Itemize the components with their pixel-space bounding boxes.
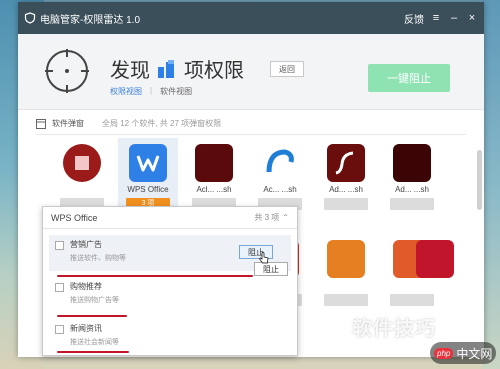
app-name: WPS Office (127, 185, 169, 194)
permission-count-badge[interactable] (324, 294, 368, 306)
watermark-text: 软件技巧 (352, 318, 436, 340)
link-separator: | (150, 86, 153, 95)
app-name (416, 280, 446, 292)
app-tile[interactable]: Ac... ...sh (250, 138, 310, 210)
shield-logo-icon (24, 12, 36, 24)
permission-label: 营销广告 (70, 240, 102, 249)
flash-icon (327, 144, 365, 182)
permission-popup: WPS Office 共 3 项 ⌃ 营销广告 推送软件、购物等 阻止 阻止 购… (42, 206, 298, 356)
permission-row[interactable]: 购物推荐 推送购物广告等 (49, 277, 291, 317)
app-name: Ad... ...sh (395, 185, 429, 194)
page-title: 发现 项权限 (110, 54, 244, 83)
hand-cursor-icon (259, 252, 269, 264)
menu-icon[interactable]: ≡ (430, 12, 442, 24)
app-name: Ad... ...sh (329, 185, 363, 194)
app-tile[interactable] (416, 234, 454, 306)
permission-label: 新闻资讯 (70, 324, 102, 333)
brand-name: 中文网 (456, 346, 493, 361)
app-tile[interactable]: Ad... ...sh (316, 138, 376, 210)
section-subtitle: 全局 12 个软件, 共 27 项弹窗权限 (102, 119, 222, 128)
permission-desc: 推送软件、购物等 (70, 255, 126, 262)
popup-count: 共 3 项 ⌃ (254, 212, 289, 223)
minimize-icon[interactable]: – (448, 12, 460, 24)
desktop-background-right (482, 0, 500, 369)
close-icon[interactable]: × (466, 12, 478, 24)
header-panel: 发现 项权限 返回 权限视图 | 软件视图 一键阻止 (18, 34, 484, 110)
popup-header: WPS Office 共 3 项 ⌃ (43, 207, 297, 229)
feedback-link[interactable]: 反馈 (404, 11, 424, 26)
row-checkbox[interactable] (55, 241, 64, 250)
app-name: Ac... ...sh (263, 185, 297, 194)
generic-app-icon (327, 240, 365, 278)
popup-count-text: 共 3 项 (254, 213, 280, 222)
collapse-icon[interactable]: ⌃ (282, 213, 289, 222)
php-logo: php (434, 347, 454, 359)
permission-count-badge[interactable] (390, 198, 434, 210)
permission-row[interactable]: 营销广告 推送软件、购物等 阻止 阻止 (49, 235, 291, 277)
popup-window-icon (36, 118, 46, 129)
title-part-1: 发现 (110, 60, 150, 82)
red-annotation-line (57, 351, 129, 353)
permission-view-link[interactable]: 权限视图 (110, 86, 142, 97)
section-header: 软件弹窗 全局 12 个软件, 共 27 项弹窗权限 (36, 118, 221, 129)
red-annotation-line (57, 315, 127, 317)
permission-row[interactable]: 新闻资讯 推送社会新闻等 (49, 319, 291, 355)
app-window: 电脑管家-权限雷达 1.0 反馈 ≡ – × 发现 项权限 返回 权限视图 | … (18, 2, 484, 357)
app-name: Acl... ...sh (196, 185, 232, 194)
app-logo-icon (158, 59, 174, 78)
red-app-icon (63, 144, 101, 182)
app-tile[interactable]: Ad... ...sh (382, 138, 442, 210)
title-bar: 电脑管家-权限雷达 1.0 反馈 ≡ – × (18, 2, 484, 34)
title-part-2: 项权限 (184, 60, 244, 82)
app-name (52, 184, 112, 196)
acrobat-icon (195, 144, 233, 182)
row-checkbox[interactable] (55, 283, 64, 292)
app-tile[interactable] (316, 234, 376, 306)
permission-desc: 推送购物广告等 (70, 297, 119, 304)
section-divider (36, 134, 466, 135)
block-all-button[interactable]: 一键阻止 (368, 64, 450, 92)
dark-red-icon (393, 144, 431, 182)
app-tile[interactable]: Acl... ...sh (184, 138, 244, 210)
row-checkbox[interactable] (55, 325, 64, 334)
brand-watermark: php 中文网 (430, 342, 496, 364)
software-view-link[interactable]: 软件视图 (160, 86, 192, 97)
blue-swirl-icon (261, 144, 299, 182)
wps-icon (129, 144, 167, 182)
permission-label: 购物推荐 (70, 282, 102, 291)
permission-desc: 推送社会新闻等 (70, 339, 119, 346)
block-tooltip-button[interactable]: 阻止 (254, 262, 288, 276)
scrollbar[interactable] (477, 150, 482, 210)
window-title: 电脑管家-权限雷达 1.0 (40, 14, 141, 26)
permission-count-badge[interactable] (324, 198, 368, 210)
app-tile[interactable] (52, 138, 112, 210)
view-switcher: 权限视图 | 软件视图 (110, 86, 192, 97)
app-tile[interactable]: WPS Office 3 项 (118, 138, 178, 213)
generic-app-icon (416, 240, 454, 278)
popup-title: WPS Office (51, 212, 98, 223)
section-title: 软件弹窗 (52, 119, 84, 128)
radar-icon (45, 49, 89, 93)
back-button[interactable]: 返回 (270, 61, 304, 77)
app-name (316, 280, 376, 292)
